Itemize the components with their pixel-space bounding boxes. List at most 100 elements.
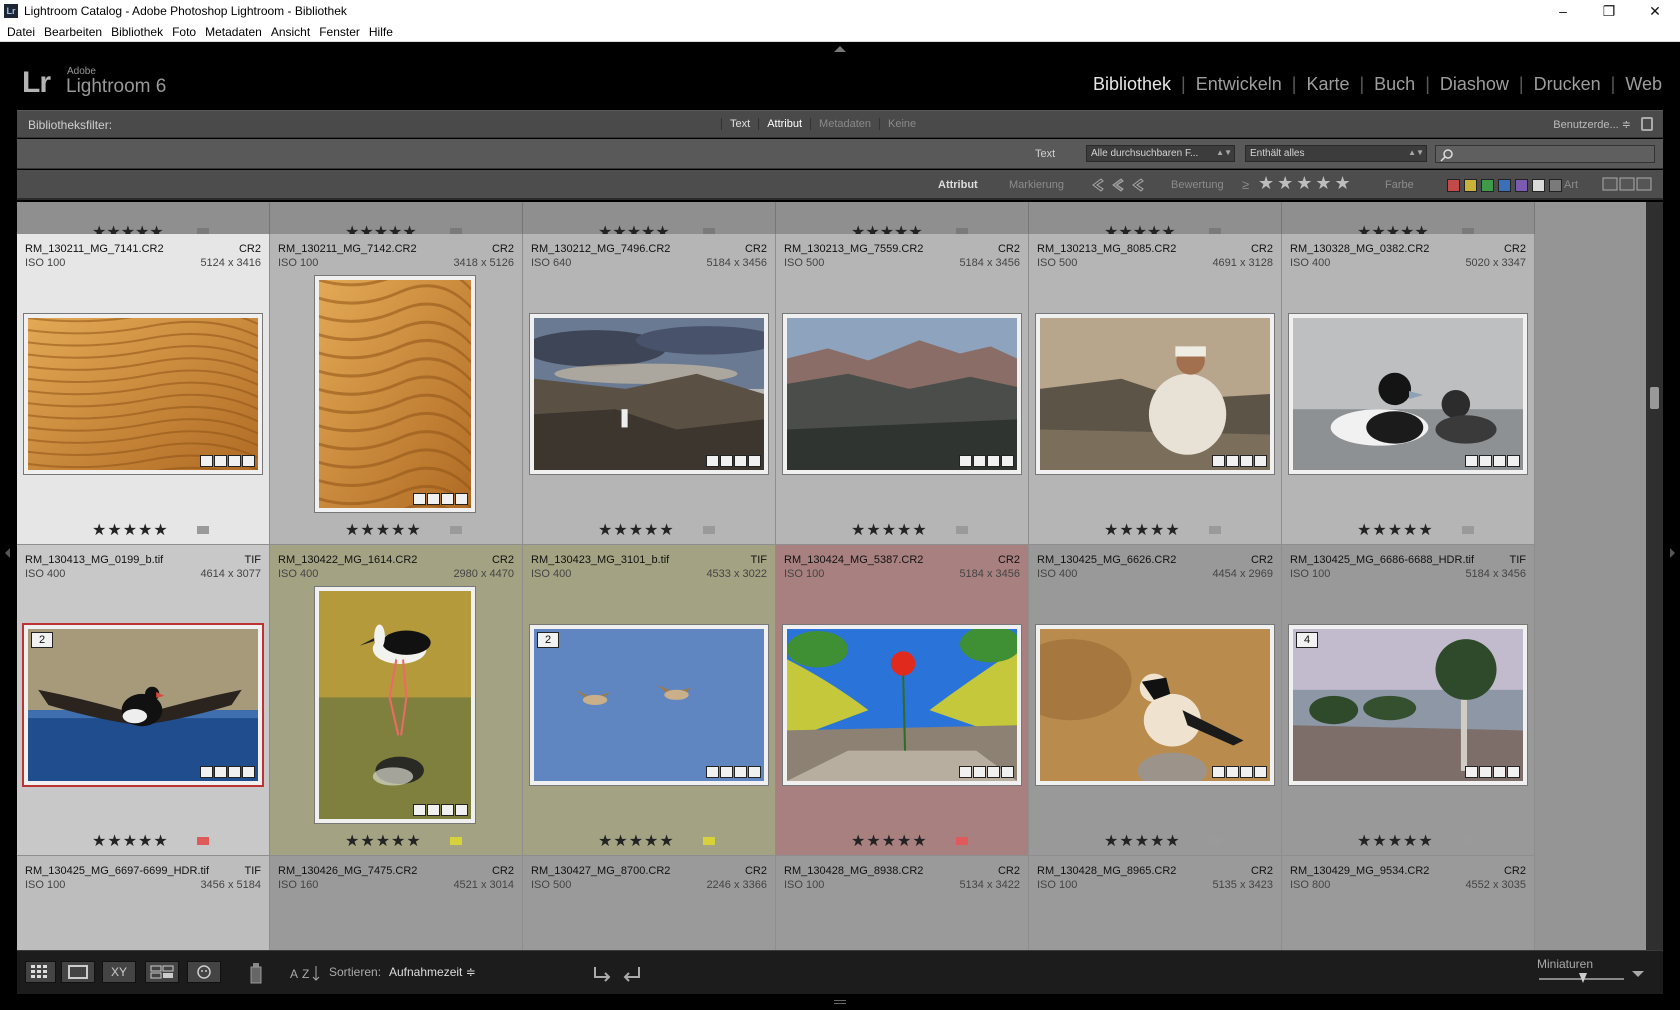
color-swatch[interactable]	[1532, 179, 1545, 192]
color-label-chip[interactable]	[197, 526, 209, 534]
photo-thumbnail[interactable]	[782, 624, 1022, 786]
color-swatch[interactable]	[1464, 179, 1477, 192]
keyword-badge-icon[interactable]	[413, 804, 426, 816]
module-buch[interactable]: Buch	[1374, 74, 1415, 95]
keyword-badge-icon[interactable]	[200, 766, 213, 778]
grid-cell[interactable]: RM_130426_MG_7475.CR2 CR2 ISO 160 4521 x 30…	[270, 856, 523, 950]
crop-badge-icon[interactable]	[987, 766, 1000, 778]
module-bibliothek[interactable]: Bibliothek	[1093, 74, 1171, 95]
develop-badge-icon[interactable]	[1254, 766, 1267, 778]
grid-cell[interactable]: RM_130211_MG_7141.CR2 CR2 ISO 100 5124 x 34…	[17, 234, 270, 545]
rating-operator[interactable]: ≥	[1242, 177, 1249, 192]
lock-icon[interactable]	[1641, 117, 1653, 131]
filter-tab-attribut[interactable]: Attribut	[758, 118, 810, 130]
grid-cell[interactable]: RM_130424_MG_5387.CR2 CR2 ISO 100 5184 x 34…	[776, 545, 1029, 856]
crop-badge-icon[interactable]	[987, 455, 1000, 467]
module-diashow[interactable]: Diashow	[1440, 74, 1509, 95]
rating-stars[interactable]: ★★★★★	[851, 520, 928, 540]
crop-badge-icon[interactable]	[1493, 766, 1506, 778]
filter-preset-dropdown[interactable]: Benutzerde... ≑	[1553, 118, 1631, 131]
color-swatch[interactable]	[1549, 179, 1562, 192]
photo-thumbnail[interactable]: 2	[529, 624, 769, 786]
metadata-badge-icon[interactable]	[427, 804, 440, 816]
stack-count-badge[interactable]: 4	[1296, 632, 1318, 648]
rating-stars[interactable]: ★★★★★	[1104, 831, 1181, 851]
keyword-badge-icon[interactable]	[1465, 455, 1478, 467]
crop-badge-icon[interactable]	[1493, 455, 1506, 467]
grid-cell[interactable]: RM_130425_MG_6697-6699_HDR.tif TIF ISO 100…	[17, 856, 270, 950]
metadata-badge-icon[interactable]	[214, 766, 227, 778]
develop-badge-icon[interactable]	[242, 766, 255, 778]
module-entwickeln[interactable]: Entwickeln	[1196, 74, 1282, 95]
rotate-left-icon[interactable]	[591, 963, 615, 983]
rating-stars-filter[interactable]: ★★★★★	[1258, 173, 1354, 194]
photo-thumbnail[interactable]	[314, 586, 476, 824]
grid-cell[interactable]: RM_130425_MG_6686-6688_HDR.tif TIF ISO 100…	[1282, 545, 1535, 856]
search-field-select[interactable]: Alle durchsuchbaren F... ▲▼	[1086, 145, 1235, 162]
kind-filter-icons[interactable]	[1602, 177, 1654, 191]
filter-tab-text[interactable]: Text	[721, 118, 758, 130]
compare-view-button[interactable]: XY	[102, 961, 136, 983]
grid-cell[interactable]: RM_130425_MG_6626.CR2 CR2 ISO 400 4454 x 29…	[1009, 545, 1282, 856]
metadata-badge-icon[interactable]	[1479, 766, 1492, 778]
keyword-badge-icon[interactable]	[959, 455, 972, 467]
expand-filmstrip-icon[interactable]	[834, 1000, 846, 1004]
stack-count-badge[interactable]: 2	[537, 632, 559, 648]
develop-badge-icon[interactable]	[1507, 766, 1520, 778]
grid-cell[interactable]: RM_130212_MG_7496.CR2 CR2 ISO 640 5184 x 34…	[523, 234, 779, 545]
menu-metadaten[interactable]: Metadaten	[205, 25, 262, 39]
keyword-badge-icon[interactable]	[959, 766, 972, 778]
keyword-badge-icon[interactable]	[1212, 455, 1225, 467]
painter-icon[interactable]	[249, 961, 263, 985]
grid-cell[interactable]: RM_130428_MG_8938.CR2 CR2 ISO 100 5134 x 34…	[776, 856, 1029, 950]
develop-badge-icon[interactable]	[242, 455, 255, 467]
menu-datei[interactable]: Datei	[7, 25, 35, 39]
color-swatch[interactable]	[1498, 179, 1511, 192]
photo-thumbnail[interactable]	[523, 313, 779, 475]
restore-button[interactable]: ❐	[1586, 0, 1632, 22]
rating-stars[interactable]: ★★★★★	[92, 520, 169, 540]
module-drucken[interactable]: Drucken	[1534, 74, 1601, 95]
crop-badge-icon[interactable]	[441, 493, 454, 505]
filter-tab-metadaten[interactable]: Metadaten	[810, 118, 879, 130]
keyword-badge-icon[interactable]	[706, 766, 719, 778]
rating-stars[interactable]: ★★★★★	[1104, 520, 1181, 540]
rating-stars[interactable]: ★★★★★	[345, 520, 422, 540]
grid-cell[interactable]: RM_130429_MG_9534.CR2 CR2 ISO 800 4552 x 30…	[1282, 856, 1535, 950]
grid-cell[interactable]: RM_130213_MG_7559.CR2 CR2 ISO 500 5184 x 34…	[776, 234, 1029, 545]
rating-stars[interactable]: ★★★★★	[1357, 520, 1434, 540]
metadata-badge-icon[interactable]	[973, 766, 986, 778]
expand-left-panel-icon[interactable]	[5, 548, 10, 558]
color-swatch[interactable]	[1447, 179, 1460, 192]
people-view-button[interactable]	[187, 961, 221, 983]
grid-cell[interactable]: RM_130427_MG_8700.CR2 CR2 ISO 500 2246 x 33…	[523, 856, 776, 950]
survey-view-button[interactable]	[145, 961, 179, 983]
color-label-chip[interactable]	[703, 526, 715, 534]
color-label-chip[interactable]	[1209, 526, 1221, 534]
scrollbar-thumb[interactable]	[1650, 387, 1659, 409]
rotate-right-icon[interactable]	[619, 963, 643, 983]
close-button[interactable]: ✕	[1632, 0, 1678, 22]
menu-fenster[interactable]: Fenster	[319, 25, 360, 39]
color-label-chip[interactable]	[1462, 526, 1474, 534]
color-label-chip[interactable]	[703, 837, 715, 845]
keyword-badge-icon[interactable]	[1465, 766, 1478, 778]
rating-stars[interactable]: ★★★★★	[92, 831, 169, 851]
flag-filter-icons[interactable]	[1089, 175, 1149, 195]
grid-cell[interactable]: RM_130213_MG_8085.CR2 CR2 ISO 500 4691 x 31…	[1029, 234, 1282, 545]
color-label-chip[interactable]	[1462, 837, 1474, 845]
crop-badge-icon[interactable]	[228, 766, 241, 778]
develop-badge-icon[interactable]	[748, 455, 761, 467]
rating-stars[interactable]: ★★★★★	[598, 831, 675, 851]
photo-thumbnail[interactable]	[1009, 624, 1275, 790]
collapse-top-panel-icon[interactable]	[834, 46, 846, 52]
menu-bearbeiten[interactable]: Bearbeiten	[44, 25, 102, 39]
metadata-badge-icon[interactable]	[720, 766, 733, 778]
keyword-badge-icon[interactable]	[706, 455, 719, 467]
crop-badge-icon[interactable]	[734, 766, 747, 778]
crop-badge-icon[interactable]	[734, 455, 747, 467]
expand-right-panel-icon[interactable]	[1670, 548, 1675, 558]
develop-badge-icon[interactable]	[455, 493, 468, 505]
crop-badge-icon[interactable]	[1240, 766, 1253, 778]
color-swatch[interactable]	[1481, 179, 1494, 192]
